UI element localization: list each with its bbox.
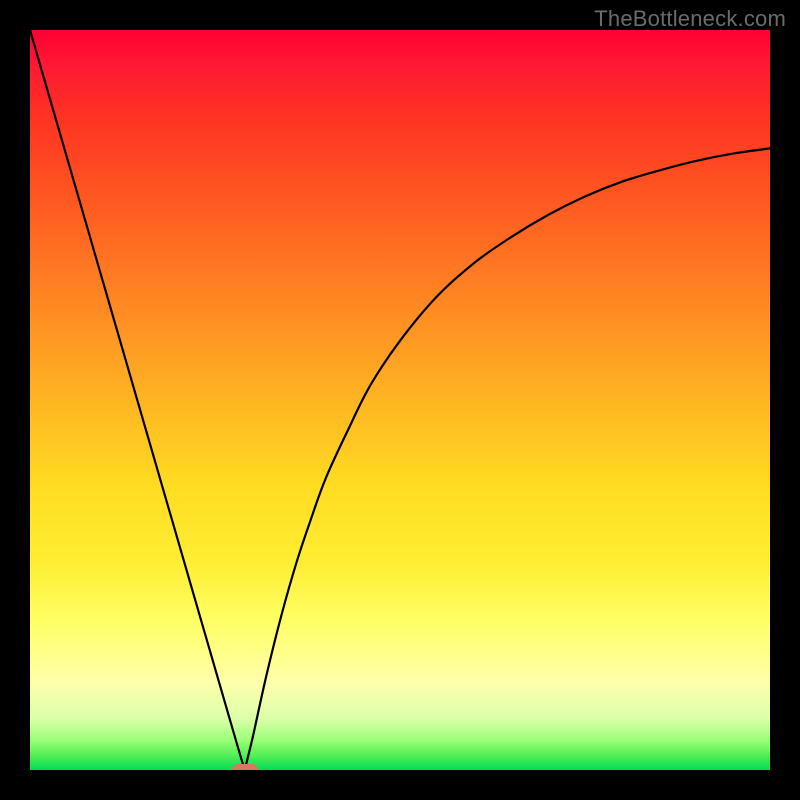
bottleneck-curve <box>30 30 770 770</box>
minimum-marker-icon <box>232 764 258 770</box>
plot-area <box>30 30 770 770</box>
chart-frame: TheBottleneck.com <box>0 0 800 800</box>
watermark-text: TheBottleneck.com <box>594 6 786 32</box>
curve-svg <box>30 30 770 770</box>
